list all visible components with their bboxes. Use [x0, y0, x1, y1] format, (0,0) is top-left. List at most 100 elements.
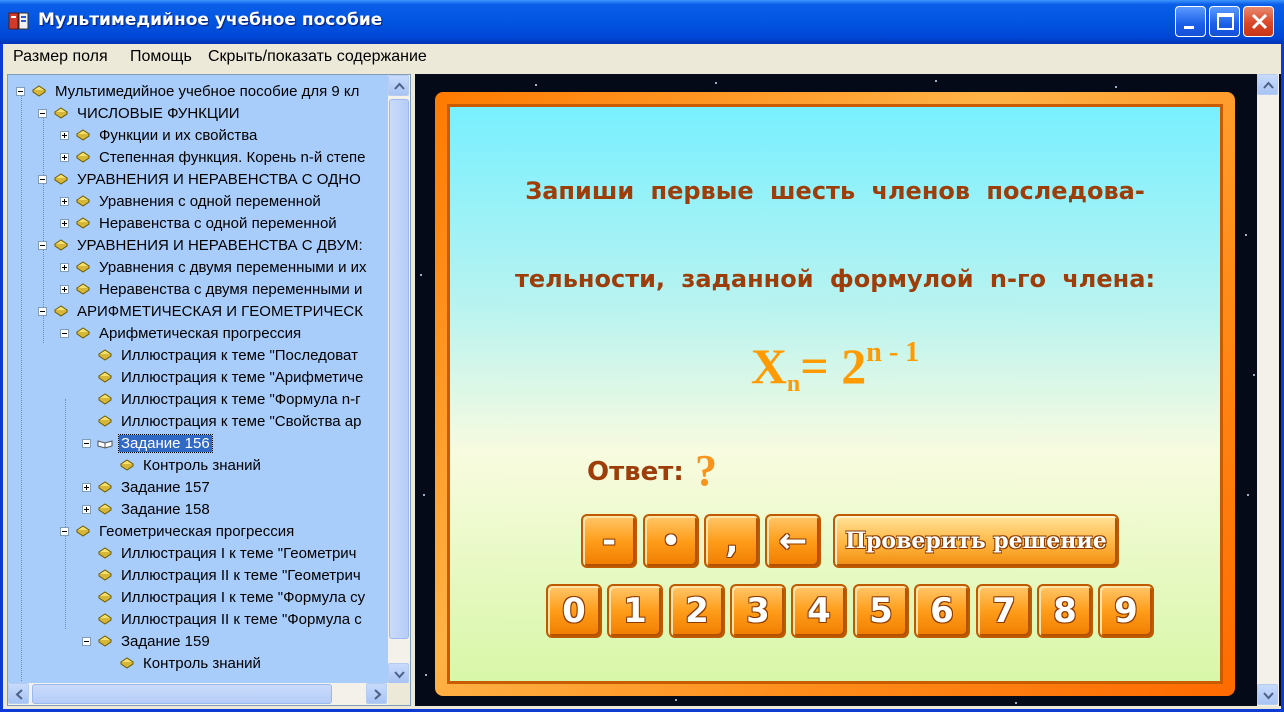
key-digit-1[interactable]: 1 — [607, 584, 663, 638]
expand-plus-icon[interactable] — [60, 218, 69, 228]
tree-node-label[interactable]: Контроль знаний — [141, 655, 263, 672]
tree-node-label[interactable]: Задание 158 — [119, 501, 212, 518]
key-digit-6[interactable]: 6 — [914, 584, 970, 638]
tree-node-label[interactable]: Задание 156 — [118, 433, 213, 453]
collapse-minus-icon[interactable] — [38, 240, 47, 250]
tree-node-label[interactable]: Иллюстрация I к теме "Формула су — [119, 589, 367, 606]
scroll-right-button[interactable] — [366, 683, 387, 704]
tree-node[interactable]: Задание 156 — [82, 432, 213, 454]
tree-node[interactable]: УРАВНЕНИЯ И НЕРАВЕНСТВА С ДВУМ: — [38, 234, 365, 256]
expand-plus-icon[interactable] — [60, 196, 69, 206]
tree-node[interactable]: Иллюстрация к теме "Последоват — [82, 344, 360, 366]
minimize-button[interactable] — [1175, 6, 1206, 37]
tree-horizontal-scrollbar[interactable] — [8, 683, 388, 705]
tree-node-label[interactable]: АРИФМЕТИЧЕСКАЯ И ГЕОМЕТРИЧЕСК — [75, 303, 365, 320]
tree-node[interactable]: Неравенства с одной переменной — [60, 212, 339, 234]
tree-node-label[interactable]: Иллюстрация к теме "Арифметиче — [119, 369, 365, 386]
key-backspace[interactable]: ← — [765, 514, 821, 568]
horizontal-scroll-thumb[interactable] — [32, 684, 332, 704]
tree-node-label[interactable]: Иллюстрация II к теме "Геометрич — [119, 567, 363, 584]
contents-tree[interactable]: Мультимедийное учебное пособие для 9 кл Ч… — [8, 75, 388, 685]
tree-node-label[interactable]: Функции и их свойства — [97, 127, 259, 144]
tree-node-label[interactable]: Иллюстрация к теме "Свойства ар — [119, 413, 364, 430]
tree-node-label[interactable]: Мультимедийное учебное пособие для 9 кл — [53, 83, 361, 100]
tree-node[interactable]: Контроль знаний — [104, 652, 263, 674]
collapse-minus-icon[interactable] — [82, 636, 91, 646]
scroll-left-button[interactable] — [8, 683, 29, 704]
tree-node-label[interactable]: Геометрическая прогрессия — [97, 523, 296, 540]
key-digit-5[interactable]: 5 — [853, 584, 909, 638]
tree-node[interactable]: Контроль знаний — [104, 454, 263, 476]
tree-node[interactable]: Степенная функция. Корень n-й степе — [60, 146, 367, 168]
scroll-up-button[interactable] — [388, 75, 409, 96]
collapse-minus-icon[interactable] — [16, 86, 25, 96]
key-digit-0[interactable]: 0 — [546, 584, 602, 638]
tree-node[interactable]: УРАВНЕНИЯ И НЕРАВЕНСТВА С ОДНО — [38, 168, 363, 190]
tree-node-label[interactable]: УРАВНЕНИЯ И НЕРАВЕНСТВА С ОДНО — [75, 171, 363, 188]
menu-toggle-contents[interactable]: Скрыть/показать содержание — [208, 48, 427, 66]
key-digit-9[interactable]: 9 — [1098, 584, 1154, 638]
tree-node[interactable]: Геометрическая прогрессия — [60, 520, 296, 542]
key-comma[interactable]: , — [704, 514, 760, 568]
expand-plus-icon[interactable] — [60, 152, 69, 162]
collapse-minus-icon[interactable] — [38, 174, 47, 184]
tree-node-label[interactable]: УРАВНЕНИЯ И НЕРАВЕНСТВА С ДВУМ: — [75, 237, 365, 254]
content-vertical-scrollbar[interactable] — [1257, 74, 1279, 706]
key-dot[interactable]: • — [643, 514, 699, 568]
key-digit-4[interactable]: 4 — [791, 584, 847, 638]
tree-node-label[interactable]: Иллюстрация к теме "Последоват — [119, 347, 360, 364]
expand-plus-icon[interactable] — [82, 504, 91, 514]
tree-node[interactable]: Иллюстрация I к теме "Геометрич — [82, 542, 358, 564]
tree-node[interactable]: Иллюстрация к теме "Формула n-г — [82, 388, 363, 410]
menu-field-size[interactable]: Размер поля — [13, 48, 108, 66]
tree-node-label[interactable]: Задание 159 — [119, 633, 212, 650]
collapse-minus-icon[interactable] — [82, 438, 91, 448]
tree-node-label[interactable]: Уравнения с одной переменной — [97, 193, 323, 210]
tree-node[interactable]: ЧИСЛОВЫЕ ФУНКЦИИ — [38, 102, 242, 124]
expand-plus-icon[interactable] — [82, 482, 91, 492]
tree-node[interactable]: Иллюстрация II к теме "Геометрич — [82, 564, 363, 586]
close-button[interactable] — [1243, 6, 1274, 37]
tree-node[interactable]: Иллюстрация I к теме "Формула су — [82, 586, 367, 608]
tree-vertical-scrollbar[interactable] — [388, 75, 410, 685]
key-digit-7[interactable]: 7 — [976, 584, 1032, 638]
tree-node[interactable]: Иллюстрация к теме "Арифметиче — [82, 366, 365, 388]
title-bar[interactable]: Мультимедийное учебное пособие — [0, 0, 1284, 44]
tree-node[interactable]: Иллюстрация к теме "Свойства ар — [82, 410, 364, 432]
tree-node[interactable]: Иллюстрация II к теме "Формула с — [82, 608, 364, 630]
content-scroll-down-button[interactable] — [1257, 684, 1278, 705]
content-scroll-up-button[interactable] — [1257, 74, 1278, 95]
tree-node-label[interactable]: Иллюстрация к теме "Формула n-г — [119, 391, 363, 408]
tree-node-label[interactable]: Степенная функция. Корень n-й степе — [97, 149, 367, 166]
collapse-minus-icon[interactable] — [60, 526, 69, 536]
tree-node[interactable]: Мультимедийное учебное пособие для 9 кл — [16, 80, 361, 102]
collapse-minus-icon[interactable] — [60, 328, 69, 338]
tree-node-label[interactable]: Иллюстрация I к теме "Геометрич — [119, 545, 358, 562]
tree-node-label[interactable]: Неравенства с одной переменной — [97, 215, 339, 232]
tree-node-label[interactable]: Иллюстрация II к теме "Формула с — [119, 611, 364, 628]
tree-node-label[interactable]: ЧИСЛОВЫЕ ФУНКЦИИ — [75, 105, 242, 122]
key-digit-8[interactable]: 8 — [1037, 584, 1093, 638]
tree-node[interactable]: Функции и их свойства — [60, 124, 259, 146]
tree-node-label[interactable]: Арифметическая прогрессия — [97, 325, 303, 342]
tree-node[interactable]: АРИФМЕТИЧЕСКАЯ И ГЕОМЕТРИЧЕСК — [38, 300, 365, 322]
tree-node[interactable]: Уравнения с одной переменной — [60, 190, 323, 212]
tree-node[interactable]: Задание 157 — [82, 476, 212, 498]
tree-node[interactable]: Неравенства с двумя переменными и — [60, 278, 364, 300]
expand-plus-icon[interactable] — [60, 262, 69, 272]
tree-node-label[interactable]: Неравенства с двумя переменными и — [97, 281, 364, 298]
key-digit-3[interactable]: 3 — [730, 584, 786, 638]
tree-node-label[interactable]: Задание 157 — [119, 479, 212, 496]
menu-help[interactable]: Помощь — [130, 48, 192, 66]
tree-node-label[interactable]: Уравнения с двумя переменными и их — [97, 259, 369, 276]
tree-node[interactable]: Задание 158 — [82, 498, 212, 520]
collapse-minus-icon[interactable] — [38, 306, 47, 316]
tree-node[interactable]: Арифметическая прогрессия — [60, 322, 303, 344]
vertical-scroll-thumb[interactable] — [389, 99, 409, 639]
tree-node[interactable]: Задание 159 — [82, 630, 212, 652]
tree-node[interactable]: Уравнения с двумя переменными и их — [60, 256, 369, 278]
expand-plus-icon[interactable] — [60, 284, 69, 294]
expand-plus-icon[interactable] — [60, 130, 69, 140]
check-solution-button[interactable]: Проверить решение — [833, 514, 1119, 568]
scroll-down-button[interactable] — [388, 663, 409, 684]
